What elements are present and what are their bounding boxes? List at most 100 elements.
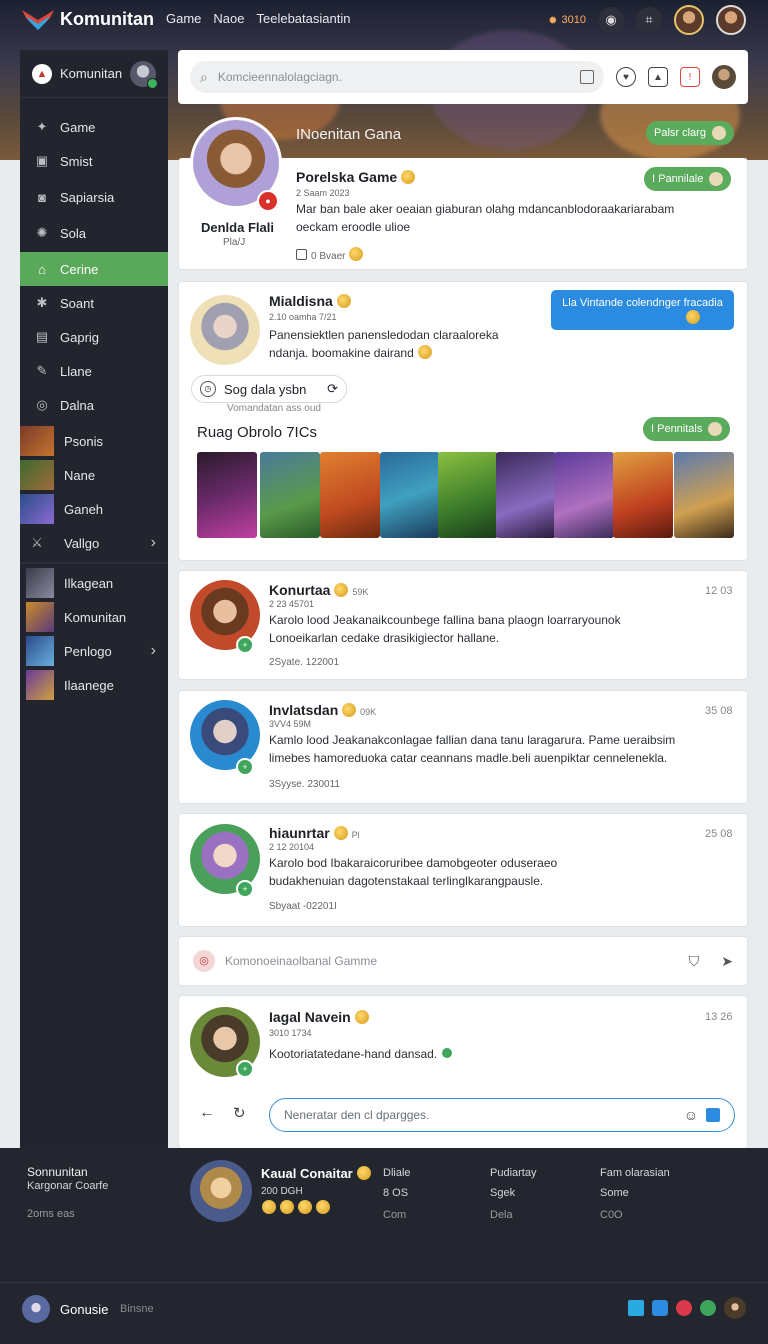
nav-link-naoe[interactable]: Naoe	[213, 11, 244, 26]
game-card[interactable]	[438, 452, 498, 538]
avatar[interactable]	[712, 65, 736, 89]
emoji-icon	[349, 247, 364, 261]
back-arrow-icon[interactable]: ←	[199, 1104, 215, 1122]
game-thumbnail	[20, 460, 54, 490]
points-stat[interactable]: ✹ 3010	[548, 14, 586, 27]
post-author: Iagal Navein	[269, 1009, 369, 1025]
shield-icon[interactable]: ⛉	[689, 953, 700, 970]
footer-link[interactable]: Some	[600, 1187, 629, 1199]
footer-link[interactable]: Com	[383, 1209, 406, 1221]
footer-link[interactable]: Pudiartay	[490, 1167, 536, 1179]
community-composer[interactable]: ◎ Komonoeinaolbanal Gamme ⛉ ➤	[178, 936, 748, 986]
game-card[interactable]	[554, 452, 614, 538]
location-icon[interactable]: ◉	[598, 7, 624, 33]
footer: Sonnunitan Kargonar Coarfe 2oms eas Kaua…	[0, 1148, 768, 1344]
game-card[interactable]	[380, 452, 440, 538]
sidebar-item-komunitan[interactable]: Komunitan	[20, 600, 168, 634]
record-icon[interactable]	[676, 1300, 692, 1316]
sidebar-item-dalna[interactable]: ◎ Dalna	[20, 388, 168, 422]
post-card: hiaunrtar Pl 2 12 20104 Karolo bod Ibaka…	[178, 813, 748, 927]
comment-chip[interactable]: ◷ Sog dala ysbn ⟳	[191, 375, 347, 403]
game-card[interactable]	[320, 452, 380, 538]
attach-icon[interactable]	[706, 1108, 720, 1122]
camera-icon[interactable]	[652, 1300, 668, 1316]
sidebar-item-smist[interactable]: ▣ Smist	[20, 144, 168, 178]
sidebar-item-llane[interactable]: ✎ Llane	[20, 354, 168, 388]
game-card[interactable]	[613, 452, 673, 538]
emoji-icon	[417, 345, 432, 359]
gamepad-icon[interactable]: ⌗	[636, 7, 662, 33]
post-meta: 2 23 45701	[269, 599, 315, 609]
footer-link[interactable]: Dela	[490, 1209, 513, 1221]
banner-pill-button[interactable]: Palsr clarg	[646, 121, 734, 145]
post-footer: 3Syyse. 230011	[269, 779, 340, 790]
post-author: Invlatsdan 09K	[269, 702, 377, 718]
sidebar-item-vallgo[interactable]: ⚔ Vallgo ›	[20, 526, 168, 560]
game-card[interactable]	[197, 452, 257, 538]
nav-link-game[interactable]: Game	[166, 11, 201, 26]
post-body: Kootoriatatedane-hand dansad.	[269, 1045, 453, 1063]
user-avatar-secondary[interactable]	[716, 5, 746, 35]
sidebar-item-sapiarsia[interactable]: ◙ Sapiarsia	[20, 180, 168, 214]
footer-link[interactable]: Fam olarasian	[600, 1167, 670, 1179]
footer-link[interactable]: C0O	[600, 1209, 623, 1221]
post-body: Kamlo lood Jeakanakconlagae fallian dana…	[269, 733, 676, 765]
brand-logo-icon[interactable]	[20, 6, 56, 34]
bell-icon[interactable]: ▲	[648, 67, 668, 87]
post-time: 13 26	[705, 1011, 733, 1023]
sidebar-item-penlogo[interactable]: Penlogo ›	[20, 634, 168, 668]
game-card[interactable]	[260, 452, 320, 538]
footer-link[interactable]: 8 OS	[383, 1187, 408, 1199]
follow-button[interactable]: I Pannilale	[644, 167, 732, 191]
filter-icon[interactable]	[580, 70, 594, 84]
footer-subtitle: Kargonar Coarfe	[27, 1180, 109, 1192]
sidebar-item-ilaanege[interactable]: Ilaanege	[20, 668, 168, 702]
user-avatar[interactable]	[674, 5, 704, 35]
sidebar-item-cerine[interactable]: ⌂ Cerine	[20, 252, 168, 286]
emoji-icon	[686, 310, 700, 324]
avatar[interactable]	[130, 60, 158, 89]
brand-name[interactable]: Komunitan	[60, 9, 154, 30]
shield-icon[interactable]: ♥	[616, 67, 636, 87]
lightning-icon[interactable]	[628, 1300, 644, 1316]
emoji-picker-icon[interactable]: ☺	[684, 1107, 698, 1123]
post-card: Iagal Navein 3010 1734 Kootoriatatedane-…	[178, 995, 748, 1148]
sidebar-item-ilkagean[interactable]: Ilkagean	[20, 566, 168, 600]
chevron-right-icon: ›	[150, 534, 156, 551]
status-icon[interactable]	[700, 1300, 716, 1316]
sidebar-item-game[interactable]: ✦ Game	[20, 110, 168, 144]
search-input[interactable]: ⌕ Komcieennalolagciagn.	[190, 61, 604, 93]
footer-link[interactable]: Dliale	[383, 1167, 411, 1179]
sidebar-item-nane[interactable]: Nane	[20, 458, 168, 492]
post-time: 35 08	[705, 705, 733, 717]
send-icon[interactable]: ➤	[721, 953, 733, 970]
sidebar-item-psonis[interactable]: Psonis	[20, 424, 168, 458]
nav-link-tele[interactable]: Teelebatasiantin	[256, 11, 350, 26]
post-body: Panensiektlen panensledodan claraaloreka…	[269, 328, 499, 360]
page-title: INoenitan Gana	[296, 126, 402, 143]
game-card[interactable]	[496, 452, 556, 538]
game-card[interactable]	[674, 452, 734, 538]
gallery-title: Ruag Obrolo 7ICs	[197, 424, 318, 441]
reply-input[interactable]: Neneratar den cl dpargges. ☺	[269, 1098, 735, 1132]
sidebar-item-soant[interactable]: ✱ Soant	[20, 286, 168, 320]
post-footer: Sbyaat -02201I	[269, 901, 337, 912]
join-button[interactable]: Lla Vintande colendnger fracadia	[551, 290, 734, 330]
post-avatar[interactable]	[190, 295, 260, 365]
sidebar-item-gaprig[interactable]: ▤ Gaprig	[20, 320, 168, 354]
pencil-icon: ✎	[36, 363, 48, 378]
sidebar-header: ▲ Komunitan	[20, 50, 168, 98]
post-time: 25 08	[705, 828, 733, 840]
sun-icon: ✹	[548, 14, 558, 27]
notification-icon[interactable]: !	[680, 67, 700, 87]
post-body: Mar ban bale aker oeaian giaburan olahg …	[296, 202, 675, 234]
sidebar-item-ganeh[interactable]: Ganeh	[20, 492, 168, 526]
community-icon: ◎	[193, 950, 215, 972]
gallery-pill-button[interactable]: I Pennitals	[643, 417, 731, 441]
bottom-avatar[interactable]	[22, 1295, 50, 1323]
footer-link[interactable]: Sgek	[490, 1187, 515, 1199]
footer-avatar[interactable]	[190, 1160, 252, 1222]
avatar[interactable]	[724, 1297, 746, 1319]
sidebar-item-sola[interactable]: ✺ Sola	[20, 216, 168, 250]
reply-icon[interactable]: ↻	[233, 1104, 246, 1122]
